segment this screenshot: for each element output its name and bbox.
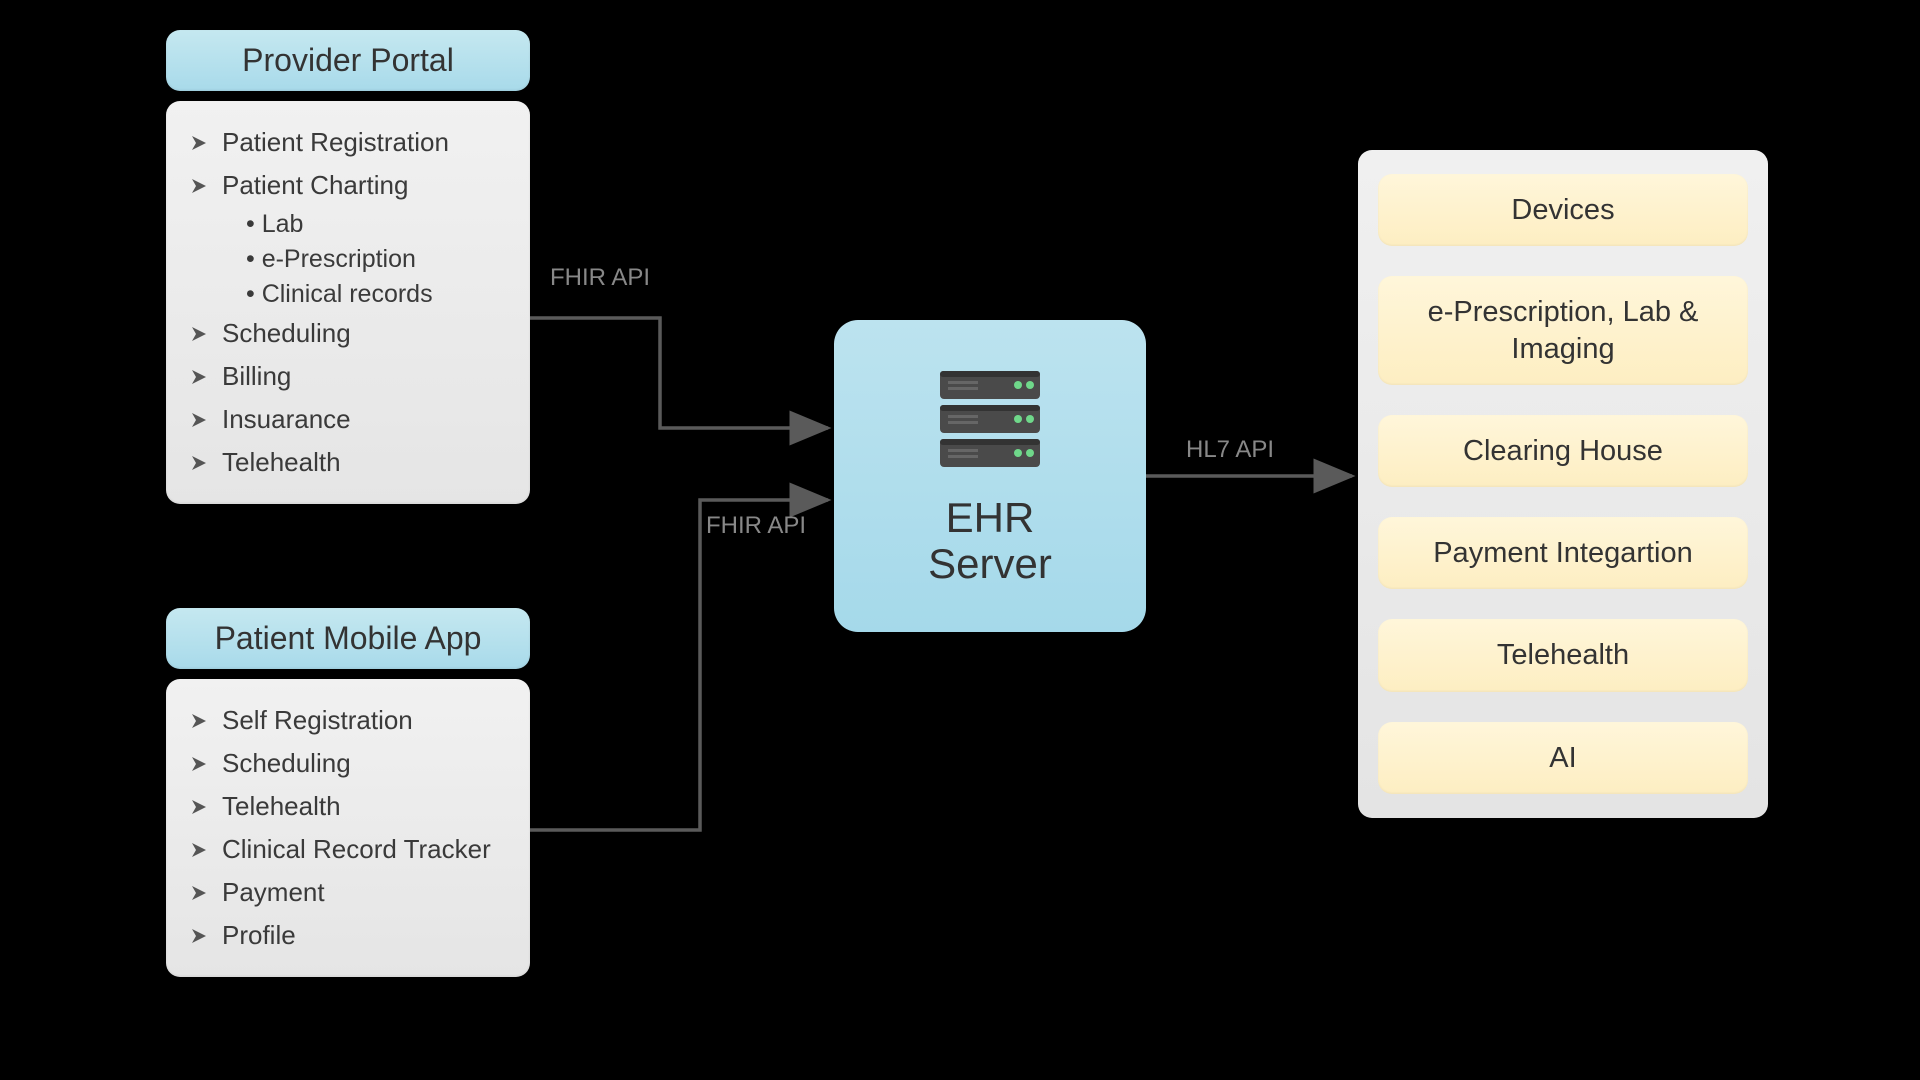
chevron-right-icon bbox=[190, 133, 210, 153]
chevron-right-icon bbox=[190, 840, 210, 860]
chevron-right-icon bbox=[190, 926, 210, 946]
service-box: e-Prescription, Lab & Imaging bbox=[1378, 276, 1748, 385]
sub-item: • Lab bbox=[246, 207, 506, 242]
feature-item: Insuarance bbox=[190, 398, 506, 441]
chevron-right-icon bbox=[190, 754, 210, 774]
feature-label: Insuarance bbox=[222, 404, 351, 435]
sub-item: • Clinical records bbox=[246, 277, 506, 312]
patient-app-body: Self Registration Scheduling Telehealth Cli… bbox=[166, 679, 530, 977]
chevron-right-icon bbox=[190, 711, 210, 731]
feature-label: Telehealth bbox=[222, 447, 341, 478]
feature-label: Patient Registration bbox=[222, 127, 449, 158]
feature-label: Clinical Record Tracker bbox=[222, 834, 491, 865]
feature-label: Profile bbox=[222, 920, 296, 951]
feature-item: Scheduling bbox=[190, 312, 506, 355]
sub-items: • Lab• e-Prescription• Clinical records bbox=[190, 207, 506, 312]
feature-label: Scheduling bbox=[222, 318, 351, 349]
connector-label-top: FHIR API bbox=[550, 264, 650, 292]
chevron-right-icon bbox=[190, 367, 210, 387]
feature-label: Telehealth bbox=[222, 791, 341, 822]
feature-label: Patient Charting bbox=[222, 170, 408, 201]
feature-item: Telehealth bbox=[190, 785, 506, 828]
feature-label: Payment bbox=[222, 877, 325, 908]
server-icon bbox=[930, 365, 1050, 475]
feature-item: Patient Charting bbox=[190, 164, 506, 207]
service-box: AI bbox=[1378, 722, 1748, 794]
services-panel: Devices e-Prescription, Lab & Imaging Clea… bbox=[1358, 150, 1768, 818]
feature-label: Billing bbox=[222, 361, 291, 392]
feature-label: Scheduling bbox=[222, 748, 351, 779]
service-box: Devices bbox=[1378, 174, 1748, 246]
feature-item: Scheduling bbox=[190, 742, 506, 785]
feature-item: Profile bbox=[190, 914, 506, 957]
feature-item: Telehealth bbox=[190, 441, 506, 484]
feature-label: Self Registration bbox=[222, 705, 413, 736]
chevron-right-icon bbox=[190, 453, 210, 473]
patient-app-panel: Patient Mobile App Self Registration Sche… bbox=[166, 608, 530, 977]
connector-label-right: HL7 API bbox=[1186, 436, 1274, 464]
provider-portal-title: Provider Portal bbox=[166, 30, 530, 91]
ehr-server-box: EHR Server bbox=[834, 320, 1146, 632]
chevron-right-icon bbox=[190, 324, 210, 344]
chevron-right-icon bbox=[190, 176, 210, 196]
chevron-right-icon bbox=[190, 410, 210, 430]
feature-item: Clinical Record Tracker bbox=[190, 828, 506, 871]
service-box: Payment Integartion bbox=[1378, 517, 1748, 589]
service-box: Clearing House bbox=[1378, 415, 1748, 487]
chevron-right-icon bbox=[190, 797, 210, 817]
connector-label-bottom: FHIR API bbox=[706, 512, 806, 540]
service-box: Telehealth bbox=[1378, 619, 1748, 691]
ehr-title: EHR Server bbox=[928, 495, 1052, 587]
chevron-right-icon bbox=[190, 883, 210, 903]
feature-item: Billing bbox=[190, 355, 506, 398]
provider-portal-body: Patient Registration Patient Charting • La… bbox=[166, 101, 530, 504]
provider-portal-panel: Provider Portal Patient RegistrationPati… bbox=[166, 30, 530, 504]
feature-item: Self Registration bbox=[190, 699, 506, 742]
patient-app-title: Patient Mobile App bbox=[166, 608, 530, 669]
sub-item: • e-Prescription bbox=[246, 242, 506, 277]
feature-item: Payment bbox=[190, 871, 506, 914]
feature-item: Patient Registration bbox=[190, 121, 506, 164]
